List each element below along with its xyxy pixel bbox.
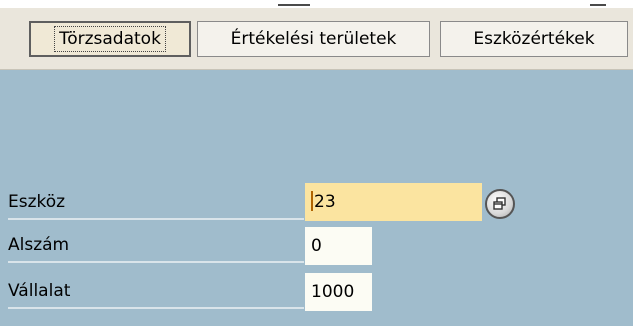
clipped-title-fragment [590, 0, 606, 6]
asset-value: 23 [314, 192, 336, 212]
tab-label: Eszközértékek [473, 29, 595, 49]
asset-label: Eszköz [8, 184, 304, 220]
subnumber-label: Alszám [8, 227, 304, 263]
tab-label: Értékelési területek [230, 29, 397, 49]
value-help-button[interactable] [485, 189, 515, 219]
subnumber-value: 0 [311, 236, 322, 256]
company-value: 1000 [311, 282, 355, 302]
tab-label: Törzsadatok [54, 26, 166, 52]
company-input[interactable]: 1000 [305, 273, 372, 311]
company-label: Vállalat [8, 273, 304, 309]
possible-entries-icon [493, 197, 506, 210]
tab-eszkozertekek[interactable]: Eszközértékek [440, 21, 628, 57]
tab-torzsadatok[interactable]: Törzsadatok [29, 21, 191, 57]
top-strip [0, 0, 633, 8]
subnumber-input[interactable]: 0 [305, 227, 372, 265]
tab-ertekelesi-teruletek[interactable]: Értékelési területek [197, 21, 430, 57]
clipped-title-fragment [278, 0, 310, 6]
asset-input[interactable]: 23 [305, 183, 482, 221]
text-caret [311, 190, 313, 211]
tab-strip: Törzsadatok Értékelési területek Eszközé… [0, 8, 633, 70]
